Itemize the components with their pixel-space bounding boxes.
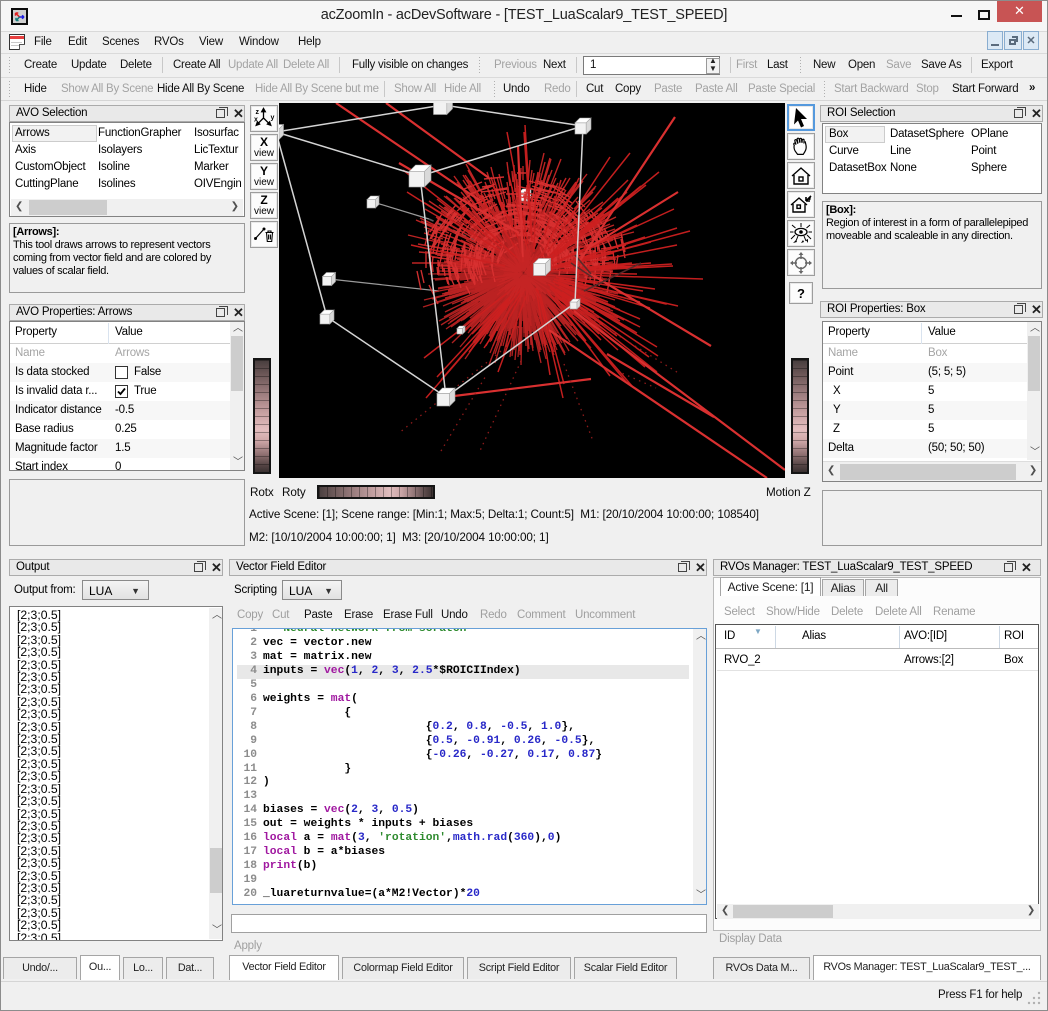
- svg-text:y: y: [271, 115, 275, 122]
- svg-text:z: z: [256, 109, 260, 116]
- svg-text:x: x: [254, 117, 258, 124]
